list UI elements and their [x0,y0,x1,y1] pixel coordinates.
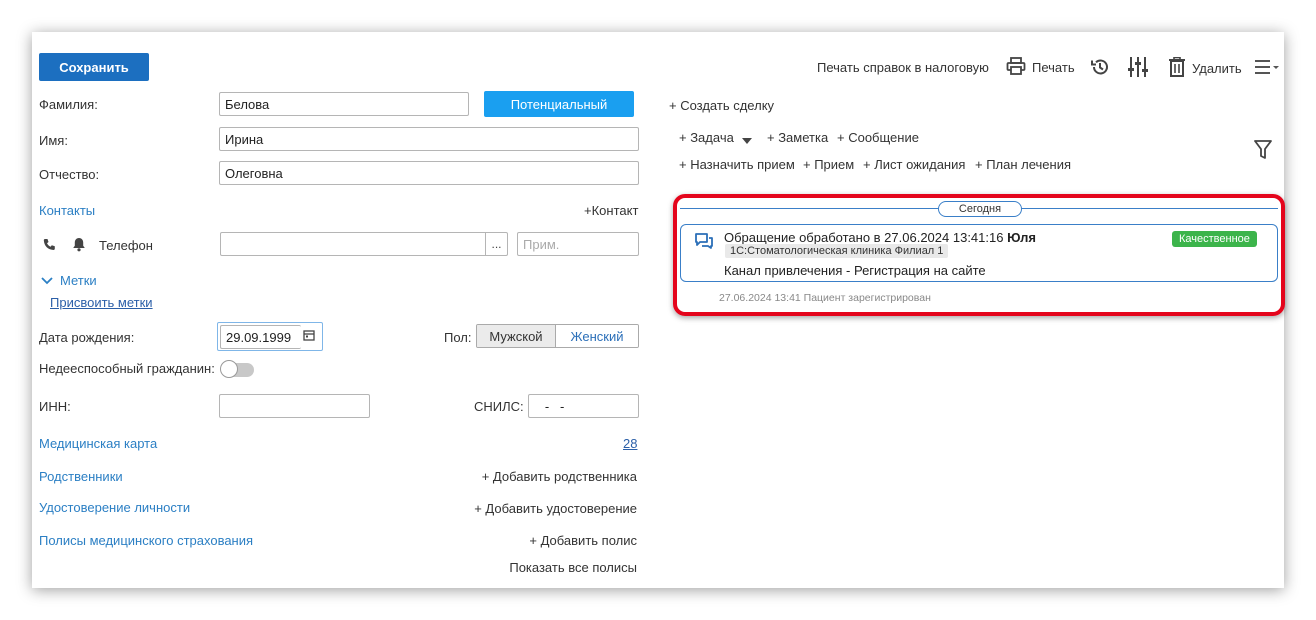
caret-down-icon[interactable] [741,133,753,148]
birth-date-label: Дата рождения: [39,330,135,345]
medical-card-number[interactable]: 28 [623,436,637,451]
gender-male-option[interactable]: Мужской [477,325,556,347]
patronymic-label: Отчество: [39,167,100,182]
tags-toggle[interactable]: Метки [60,273,97,288]
gender-female-option[interactable]: Женский [556,325,638,347]
id-document-link[interactable]: Удостоверение личности [39,500,190,515]
gender-label: Пол: [444,330,472,345]
menu-icon [1255,59,1279,78]
history-button[interactable] [1090,57,1110,80]
name-input[interactable] [219,127,639,151]
add-treatment-plan-button[interactable]: + План лечения [975,157,1071,172]
assign-tags-link[interactable]: Присвоить метки [50,295,153,310]
add-appointment-button[interactable]: + Прием [803,157,854,172]
incapable-label: Недееспособный гражданин: [39,361,215,376]
create-deal-button[interactable]: + Создать сделку [669,98,774,113]
add-note-button[interactable]: + Заметка [767,130,828,145]
add-policy-button[interactable]: + Добавить полис [529,533,637,548]
surname-input[interactable] [219,92,469,116]
surname-label: Фамилия: [39,97,98,112]
patronymic-input[interactable] [219,161,639,185]
phone-label: Телефон [99,238,153,253]
highlight-frame [673,194,1285,316]
print-tax-label: Печать справок в налоговую [817,60,989,75]
phone-select-button[interactable]: ... [485,233,507,255]
add-contact-button[interactable]: +Контакт [584,203,638,218]
settings-sliders-button[interactable] [1128,56,1148,81]
filter-icon[interactable] [1254,140,1272,163]
schedule-appointment-button[interactable]: + Назначить прием [679,157,795,172]
inn-label: ИНН: [39,399,71,414]
gender-selector: Мужской Женский [476,324,639,348]
status-button[interactable]: Потенциальный [484,91,634,117]
phone-icon [42,238,56,255]
snils-label: СНИЛС: [474,399,524,414]
patient-card-window: Сохранить Печать справок в налоговую Печ… [32,32,1285,588]
add-waitlist-button[interactable]: + Лист ожидания [863,157,965,172]
birth-date-input[interactable] [220,325,301,349]
name-label: Имя: [39,133,68,148]
insurance-policies-link[interactable]: Полисы медицинского страхования [39,533,253,548]
delete-label: Удалить [1192,61,1242,76]
incapable-toggle[interactable] [220,360,254,378]
calendar-icon[interactable] [303,329,315,344]
medical-card-link[interactable]: Медицинская карта [39,436,157,451]
add-message-button[interactable]: + Сообщение [837,130,919,145]
print-tax-button[interactable]: Печать справок в налоговую [817,60,989,75]
bell-icon[interactable] [72,237,86,255]
phone-note-input[interactable] [517,232,639,256]
contacts-link[interactable]: Контакты [39,203,95,218]
sliders-icon [1128,56,1148,81]
snils-input[interactable] [528,394,639,418]
toggle-knob [220,360,238,378]
save-button[interactable]: Сохранить [39,53,149,81]
more-menu-button[interactable] [1255,59,1279,78]
chevron-down-icon[interactable] [41,274,53,289]
trash-icon [1168,56,1186,80]
show-all-policies-button[interactable]: Показать все полисы [509,560,637,575]
print-button[interactable]: Печать [1006,57,1075,78]
phone-input[interactable] [220,232,508,256]
print-label: Печать [1032,60,1075,75]
add-task-button[interactable]: + Задача [679,130,734,145]
inn-input[interactable] [219,394,370,418]
add-relative-button[interactable]: + Добавить родственника [482,469,637,484]
relatives-link[interactable]: Родственники [39,469,123,484]
delete-button[interactable]: Удалить [1168,56,1242,80]
add-id-document-button[interactable]: + Добавить удостоверение [474,501,637,516]
printer-icon [1006,57,1026,78]
history-icon [1090,57,1110,80]
